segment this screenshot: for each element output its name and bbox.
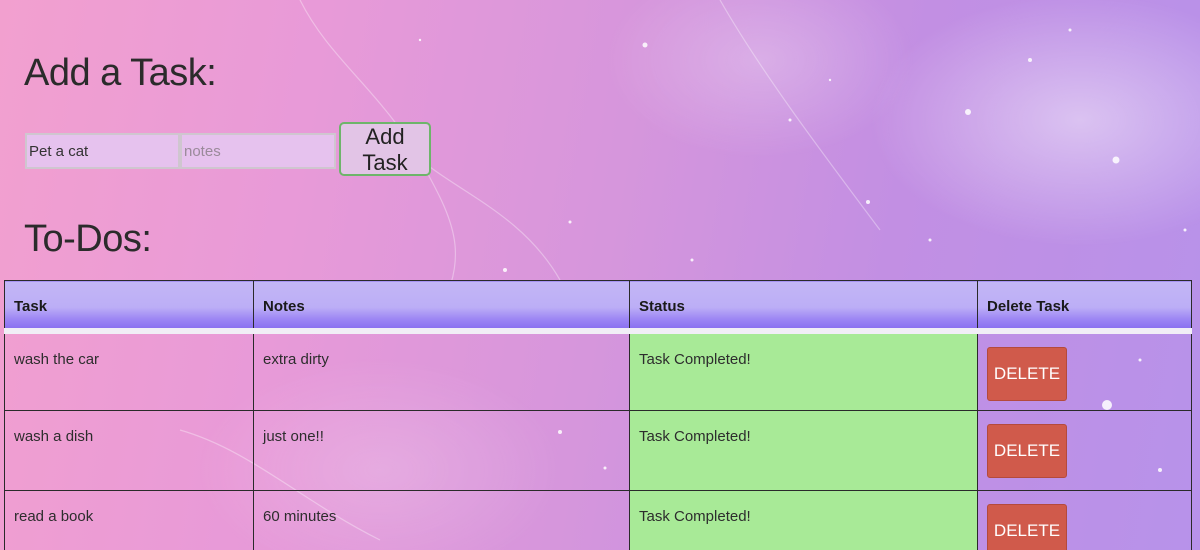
- task-cell: wash the car: [4, 330, 254, 411]
- column-header-notes: Notes: [253, 280, 630, 334]
- delete-cell: DELETE: [977, 490, 1192, 550]
- delete-cell: DELETE: [977, 330, 1192, 411]
- status-cell: Task Completed!: [629, 330, 978, 411]
- column-header-task: Task: [4, 280, 254, 334]
- status-cell: Task Completed!: [629, 410, 978, 491]
- notes-cell: just one!!: [253, 410, 630, 491]
- notes-cell: 60 minutes: [253, 490, 630, 550]
- notes-input[interactable]: [180, 133, 336, 169]
- table-row: read a book 60 minutes Task Completed! D…: [4, 490, 1192, 550]
- task-cell: read a book: [4, 490, 254, 550]
- column-header-status: Status: [629, 280, 978, 334]
- column-header-delete: Delete Task: [977, 280, 1192, 334]
- add-task-button[interactable]: Add Task: [339, 122, 431, 176]
- todo-table: Task Notes Status Delete Task wash the c…: [4, 280, 1192, 550]
- notes-cell: extra dirty: [253, 330, 630, 411]
- delete-button[interactable]: DELETE: [987, 424, 1067, 478]
- delete-cell: DELETE: [977, 410, 1192, 491]
- add-task-heading: Add a Task:: [24, 52, 217, 94]
- delete-button[interactable]: DELETE: [987, 504, 1067, 550]
- task-input[interactable]: [25, 133, 180, 169]
- delete-button[interactable]: DELETE: [987, 346, 1067, 401]
- task-cell: wash a dish: [4, 410, 254, 491]
- status-cell: Task Completed!: [629, 490, 978, 550]
- table-row: wash a dish just one!! Task Completed! D…: [4, 410, 1192, 491]
- table-header-row: Task Notes Status Delete Task: [4, 280, 1192, 334]
- todos-heading: To-Dos:: [24, 218, 152, 260]
- table-row: wash the car extra dirty Task Completed!…: [4, 330, 1192, 411]
